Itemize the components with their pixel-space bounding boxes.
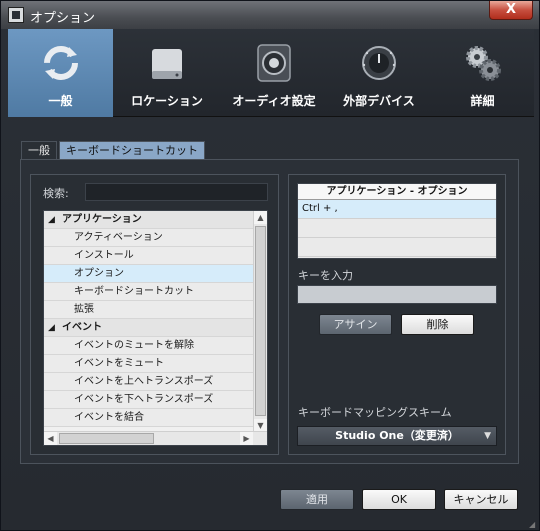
tree-item[interactable]: 拡張 xyxy=(44,301,254,319)
tree-item[interactable]: インストール xyxy=(44,247,254,265)
tree-category-application[interactable]: ◢ アプリケーション xyxy=(44,211,254,229)
tree-row-label: イベント xyxy=(62,322,102,333)
speaker-icon xyxy=(257,44,291,82)
gears-icon xyxy=(465,46,501,81)
refresh-icon xyxy=(43,46,78,80)
shortcut-table[interactable]: アプリケーション - オプション Ctrl + , xyxy=(297,183,497,259)
tree-vertical-scrollbar[interactable]: ▲ ▼ xyxy=(253,211,267,432)
toolbar-label-audio-settings: オーディオ設定 xyxy=(232,94,316,108)
toolbar-item-general[interactable]: 一般 xyxy=(8,29,113,117)
mapping-scheme-value: Studio One（変更済） xyxy=(335,429,459,442)
assign-button[interactable]: アサイン xyxy=(319,314,392,335)
tree-item-selected[interactable]: オプション xyxy=(44,265,254,283)
resize-grip-icon[interactable]: ◢ xyxy=(529,520,537,529)
tree-item[interactable]: イベントを下へトランスポーズ xyxy=(44,391,254,409)
expand-arrow-icon[interactable]: ◢ xyxy=(48,320,62,336)
tab-general[interactable]: 一般 xyxy=(21,141,57,160)
expand-arrow-icon[interactable]: ◢ xyxy=(48,212,62,228)
options-window: オプション X 一般 ロケーション オーディオ設定 外部デバイス 詳細 一般 キ… xyxy=(0,0,540,531)
window-title: オプション xyxy=(30,11,96,26)
toolbar-label-advanced: 詳細 xyxy=(470,94,495,108)
tree-item[interactable]: キーボードショートカット xyxy=(44,283,254,301)
hard-drive-icon xyxy=(152,49,182,79)
shortcut-row[interactable]: Ctrl + , xyxy=(298,200,496,219)
tree-item[interactable]: イベントを結合 xyxy=(44,409,254,427)
tree-horizontal-scrollbar[interactable]: ◀ ▶ xyxy=(44,431,267,445)
category-toolbar: 一般 ロケーション オーディオ設定 外部デバイス 詳細 xyxy=(8,29,534,117)
scroll-right-icon[interactable]: ▶ xyxy=(240,432,253,445)
chevron-down-icon[interactable]: ▼ xyxy=(484,427,491,445)
ok-button[interactable]: OK xyxy=(362,489,436,510)
toolbar-label-external-devices: 外部デバイス xyxy=(343,94,415,108)
command-tree-rows: ◢ アプリケーション アクティベーション インストール オプション キーボードショ… xyxy=(44,211,254,427)
tree-row-label: アプリケーション xyxy=(62,214,142,225)
mapping-scheme-dropdown[interactable]: Studio One（変更済） ▼ xyxy=(297,426,497,446)
apply-button[interactable]: 適用 xyxy=(280,489,354,510)
tree-item[interactable]: イベントを上へトランスポーズ xyxy=(44,373,254,391)
cancel-button[interactable]: キャンセル xyxy=(444,489,518,510)
scroll-thumb[interactable] xyxy=(255,226,266,416)
search-label: 検索: xyxy=(43,187,69,200)
shortcut-row[interactable] xyxy=(298,219,496,238)
toolbar-item-location[interactable]: ロケーション xyxy=(113,29,221,117)
tree-item[interactable]: イベントのミュートを解除 xyxy=(44,337,254,355)
toolbar-item-audio-settings[interactable]: オーディオ設定 xyxy=(221,29,327,117)
close-button[interactable]: X xyxy=(489,1,533,20)
shortcut-table-header: アプリケーション - オプション xyxy=(298,184,496,200)
scroll-left-icon[interactable]: ◀ xyxy=(44,432,57,445)
shortcut-row[interactable] xyxy=(298,238,496,257)
toolbar-label-location: ロケーション xyxy=(131,94,203,108)
toolbar-item-advanced[interactable]: 詳細 xyxy=(431,29,534,117)
toolbar-label-general: 一般 xyxy=(48,94,73,108)
tree-category-event[interactable]: ◢ イベント xyxy=(44,319,254,337)
mapping-scheme-label: キーボードマッピングスキーム xyxy=(298,406,452,419)
knob-icon xyxy=(362,46,396,80)
tab-keyboard-shortcuts[interactable]: キーボードショートカット xyxy=(59,141,205,160)
scroll-thumb[interactable] xyxy=(59,433,154,444)
scroll-up-icon[interactable]: ▲ xyxy=(254,211,267,224)
app-icon xyxy=(8,7,24,23)
title-bar[interactable]: オプション xyxy=(1,1,539,29)
search-input[interactable] xyxy=(85,183,268,201)
command-tree[interactable]: ◢ アプリケーション アクティベーション インストール オプション キーボードショ… xyxy=(43,210,268,446)
tree-item[interactable]: イベントをミュート xyxy=(44,355,254,373)
key-entry-label: キーを入力 xyxy=(298,269,353,282)
tree-item[interactable]: アクティベーション xyxy=(44,229,254,247)
toolbar-item-external-devices[interactable]: 外部デバイス xyxy=(327,29,431,117)
key-entry-field[interactable] xyxy=(297,285,497,304)
delete-button[interactable]: 削除 xyxy=(401,314,474,335)
